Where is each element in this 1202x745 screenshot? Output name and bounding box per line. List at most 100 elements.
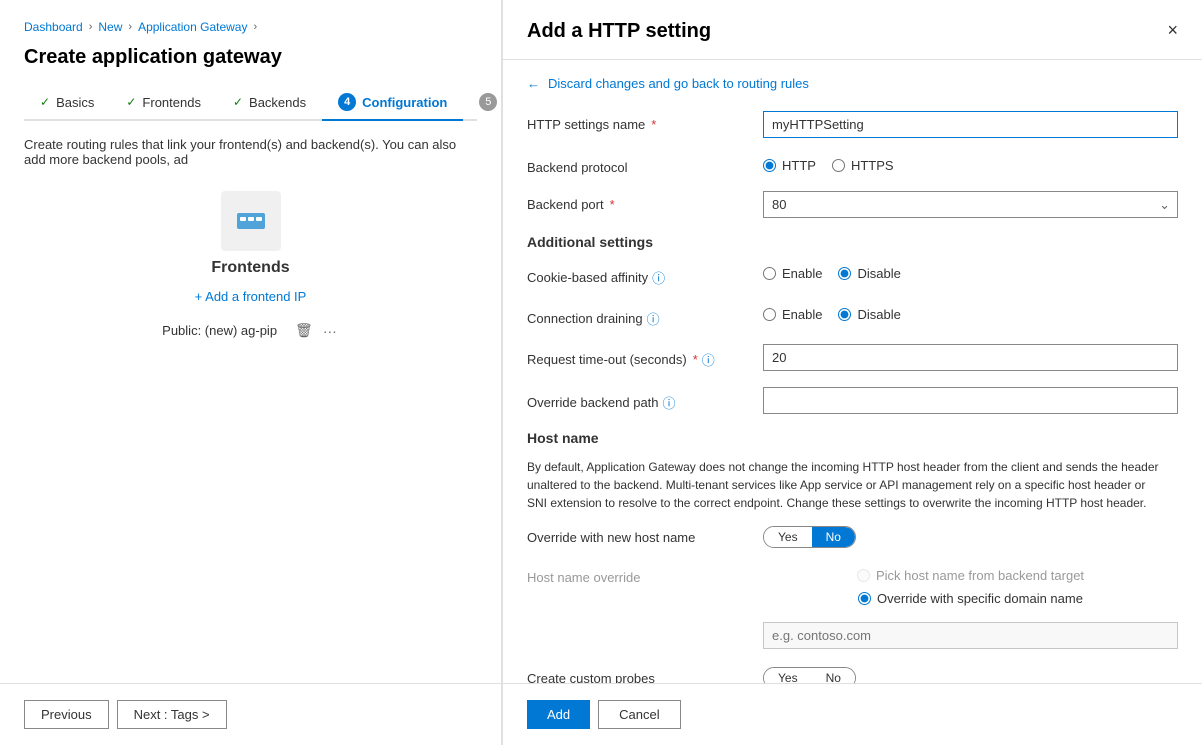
host-name-section: Host name By default, Application Gatewa… (527, 430, 1178, 512)
previous-button[interactable]: Previous (24, 700, 109, 729)
bottom-bar: Previous Next : Tags > (0, 683, 501, 745)
tab-frontends-label: Frontends (142, 95, 201, 110)
connection-draining-info-icon[interactable]: ⓘ (647, 309, 660, 328)
frontend-svg-icon (235, 205, 267, 237)
protocol-https-radio[interactable] (832, 159, 845, 172)
http-settings-name-row: HTTP settings name * (527, 111, 1178, 138)
cookie-enable-option[interactable]: Enable (763, 266, 822, 281)
delete-frontend-button[interactable]: 🗑 (293, 320, 315, 341)
backend-port-select-wrapper: 80 (763, 191, 1178, 218)
tab-basics[interactable]: ✓ Basics (24, 87, 110, 120)
tab-configuration-label: Configuration (362, 95, 447, 110)
http-settings-name-input[interactable] (763, 111, 1178, 138)
override-host-no-button[interactable]: No (812, 527, 855, 547)
drawer-body: ← Discard changes and go back to routing … (503, 60, 1202, 683)
host-name-override-control: Pick host name from backend target Overr… (763, 564, 1178, 606)
cookie-enable-label: Enable (782, 266, 822, 281)
host-name-header: Host name (527, 430, 1178, 446)
breadcrumb-dashboard[interactable]: Dashboard (24, 20, 83, 34)
connection-draining-row: Connection draining ⓘ Enable Disable (527, 303, 1178, 328)
drawer-close-button[interactable]: × (1167, 20, 1178, 41)
drawer-panel: Add a HTTP setting × ← Discard changes an… (502, 0, 1202, 745)
back-arrow-icon: ← (527, 76, 540, 91)
http-settings-name-label: HTTP settings name * (527, 111, 747, 132)
pick-backend-target-radio (857, 569, 870, 582)
frontend-label: Frontends (211, 259, 289, 277)
connection-draining-label: Connection draining ⓘ (527, 303, 747, 328)
tab-configuration[interactable]: 4 Configuration (322, 85, 463, 121)
breadcrumb-new[interactable]: New (98, 20, 122, 34)
request-timeout-required: * (693, 352, 698, 367)
custom-probes-toggle-container: Yes No (763, 665, 1178, 683)
draining-enable-option[interactable]: Enable (763, 307, 822, 322)
override-host-toggle: Yes No (763, 526, 856, 548)
draining-enable-label: Enable (782, 307, 822, 322)
tab-backends[interactable]: ✓ Backends (217, 87, 322, 120)
create-custom-probes-control: Yes No (763, 665, 1178, 683)
draining-disable-radio[interactable] (838, 308, 851, 321)
backend-protocol-control: HTTP HTTPS (763, 154, 1178, 173)
add-frontend-link[interactable]: + Add a frontend IP (195, 289, 307, 304)
connection-draining-control: Enable Disable (763, 303, 1178, 322)
protocol-https-option[interactable]: HTTPS (832, 158, 894, 173)
request-timeout-info-icon[interactable]: ⓘ (702, 350, 715, 369)
domain-name-control (763, 622, 1178, 649)
tab-tags[interactable]: 5 Tags (463, 85, 502, 121)
request-timeout-input[interactable] (763, 344, 1178, 371)
drawer-header: Add a HTTP setting × (503, 0, 1202, 60)
override-backend-path-input[interactable] (763, 387, 1178, 414)
backend-protocol-row: Backend protocol HTTP HTTPS (527, 154, 1178, 175)
check-icon-backends: ✓ (233, 95, 243, 109)
override-host-yes-button[interactable]: Yes (764, 527, 812, 547)
override-host-name-row: Override with new host name Yes No (527, 524, 1178, 548)
draining-enable-radio[interactable] (763, 308, 776, 321)
custom-probes-yes-button[interactable]: Yes (764, 668, 812, 683)
cookie-enable-radio[interactable] (763, 267, 776, 280)
override-backend-path-control (763, 387, 1178, 414)
host-name-override-radio-group: Pick host name from backend target Overr… (763, 564, 1178, 606)
more-frontend-button[interactable]: ··· (321, 321, 339, 341)
draining-disable-option[interactable]: Disable (838, 307, 900, 322)
override-specific-domain-option[interactable]: Override with specific domain name (858, 591, 1083, 606)
domain-name-row (527, 622, 1178, 649)
back-link-text: Discard changes and go back to routing r… (548, 76, 809, 91)
host-name-description: By default, Application Gateway does not… (527, 458, 1167, 512)
breadcrumb-appgateway[interactable]: Application Gateway (138, 20, 247, 34)
backend-protocol-radio-group: HTTP HTTPS (763, 154, 1178, 173)
draining-disable-label: Disable (857, 307, 900, 322)
back-to-routing-link[interactable]: ← Discard changes and go back to routing … (527, 76, 1178, 91)
override-specific-domain-radio[interactable] (858, 592, 871, 605)
drawer-title: Add a HTTP setting (527, 20, 711, 43)
custom-probes-toggle: Yes No (763, 667, 856, 683)
override-backend-path-label: Override backend path ⓘ (527, 387, 747, 412)
cookie-affinity-control: Enable Disable (763, 262, 1178, 281)
custom-probes-no-button[interactable]: No (812, 668, 855, 683)
tab-frontends[interactable]: ✓ Frontends (110, 87, 217, 120)
cancel-button[interactable]: Cancel (598, 700, 680, 729)
backend-port-select[interactable]: 80 (763, 191, 1178, 218)
http-settings-name-control (763, 111, 1178, 138)
tab-backends-label: Backends (249, 95, 306, 110)
cookie-affinity-info-icon[interactable]: ⓘ (652, 268, 665, 287)
pick-backend-target-label: Pick host name from backend target (876, 568, 1084, 583)
override-host-name-label: Override with new host name (527, 524, 747, 545)
add-button[interactable]: Add (527, 700, 590, 729)
connection-draining-radio-group: Enable Disable (763, 303, 1178, 322)
frontend-item: Public: (new) ag-pip 🗑 ··· (162, 320, 339, 341)
request-timeout-label: Request time-out (seconds) * ⓘ (527, 344, 747, 369)
tab-number-tags: 5 (479, 93, 497, 111)
create-custom-probes-row: Create custom probes Yes No (527, 665, 1178, 683)
protocol-https-label: HTTPS (851, 158, 894, 173)
protocol-http-option[interactable]: HTTP (763, 158, 816, 173)
drawer-footer: Add Cancel (503, 683, 1202, 745)
protocol-http-radio[interactable] (763, 159, 776, 172)
next-button[interactable]: Next : Tags > (117, 700, 227, 729)
cookie-disable-option[interactable]: Disable (838, 266, 900, 281)
domain-name-input[interactable] (763, 622, 1178, 649)
additional-settings-header: Additional settings (527, 234, 1178, 250)
cookie-disable-radio[interactable] (838, 267, 851, 280)
required-indicator: * (651, 117, 656, 132)
frontend-item-text: Public: (new) ag-pip (162, 323, 277, 338)
override-backend-path-info-icon[interactable]: ⓘ (663, 393, 676, 412)
check-icon-frontends: ✓ (126, 95, 136, 109)
